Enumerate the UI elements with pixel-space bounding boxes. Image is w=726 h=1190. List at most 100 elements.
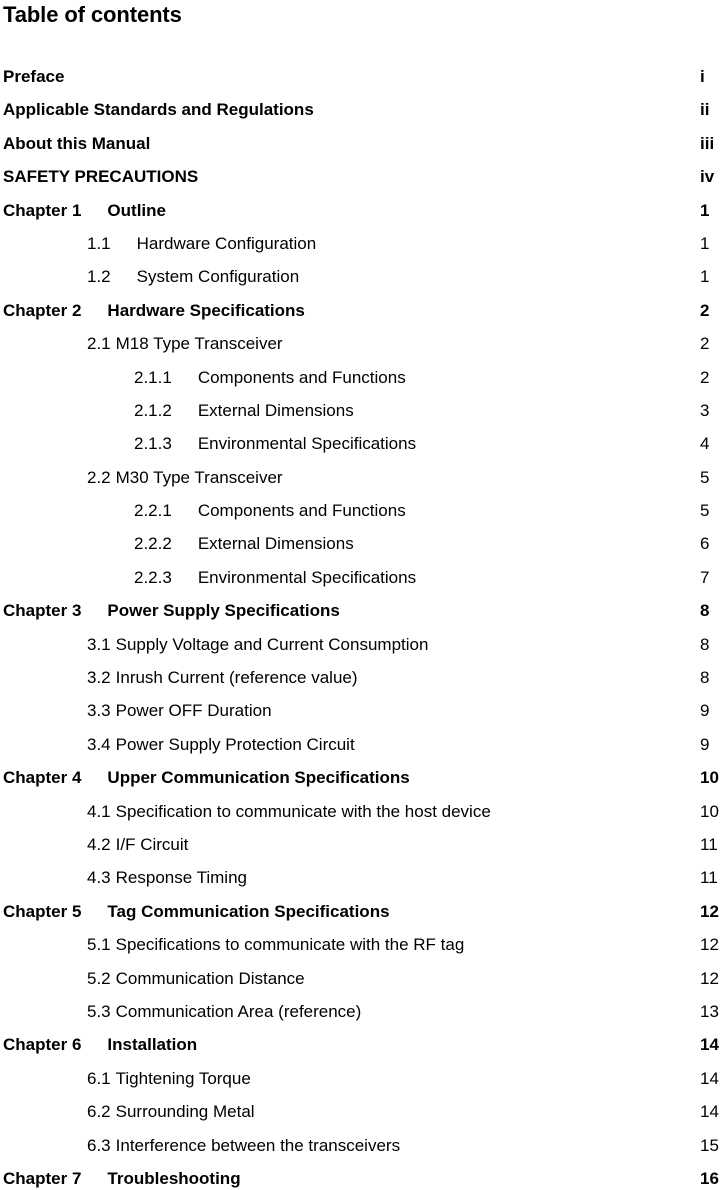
toc-entry-number: Chapter 2 — [3, 300, 82, 320]
toc-entry[interactable]: 2.1.1 Components and Functions 2 — [0, 361, 726, 394]
toc-entry-label: Preface — [3, 60, 64, 93]
toc-entry[interactable]: Chapter 6 Installation 14 — [0, 1028, 726, 1061]
toc-entry[interactable]: 6.2 Surrounding Metal 14 — [0, 1095, 726, 1128]
toc-entry-number: Chapter 4 — [3, 768, 82, 788]
toc-entry-title: Specifications to communicate with the R… — [115, 935, 465, 955]
toc-entry-page-number: ii — [700, 100, 710, 120]
toc-entry[interactable]: 6.1 Tightening Torque 14 — [0, 1062, 726, 1095]
toc-entry-label: 3.4 Power Supply Protection Circuit — [87, 728, 355, 761]
toc-entry-title: Troubleshooting — [107, 1168, 241, 1188]
toc-entry[interactable]: Chapter 1 Outline 1 — [0, 194, 726, 227]
toc-entry-label: Chapter 2 Hardware Specifications — [3, 294, 305, 327]
toc-entry-title: Power Supply Protection Circuit — [115, 734, 355, 754]
toc-entry-label: 2.1.3 Environmental Specifications — [134, 427, 416, 460]
toc-entry-label: Applicable Standards and Regulations — [3, 93, 314, 126]
toc-entry-title: Supply Voltage and Current Consumption — [115, 634, 429, 654]
toc-entry-label: 2.1.2 External Dimensions — [134, 394, 354, 427]
toc-entry-page-number: 10 — [700, 801, 719, 821]
toc-entry-number: 3.3 — [87, 701, 111, 721]
toc-entry[interactable]: About this Manual iii — [0, 127, 726, 160]
toc-entry-page-number: 4 — [700, 434, 710, 454]
toc-entry-number: 2.1.2 — [134, 400, 172, 420]
toc-entry-title: Applicable Standards and Regulations — [3, 100, 314, 120]
toc-entry-number: Chapter 3 — [3, 601, 82, 621]
toc-entry-page-number: 14 — [700, 1102, 719, 1122]
toc-entry[interactable]: 2.2.3 Environmental Specifications 7 — [0, 561, 726, 594]
toc-entry-label: 3.2 Inrush Current (reference value) — [87, 661, 358, 694]
toc-entry-title: External Dimensions — [197, 534, 354, 554]
toc-entry-page-number: 7 — [700, 567, 710, 587]
toc-entry-title: Components and Functions — [197, 367, 406, 387]
toc-entry-title: Environmental Specifications — [197, 434, 417, 454]
toc-entry-title: Tightening Torque — [115, 1068, 251, 1088]
toc-entry[interactable]: 3.4 Power Supply Protection Circuit 9 — [0, 728, 726, 761]
toc-entry-title: Hardware Configuration — [136, 233, 317, 253]
toc-entry[interactable]: 2.1.2 External Dimensions 3 — [0, 394, 726, 427]
toc-entry[interactable]: Applicable Standards and Regulations ii — [0, 93, 726, 126]
toc-entry-page-number: i — [700, 67, 705, 86]
toc-entry-page-number: 8 — [700, 601, 710, 621]
toc-entry-page-number: 12 — [700, 968, 719, 988]
toc-entry-number: 5.1 — [87, 935, 111, 955]
toc-entry-label: About this Manual — [3, 127, 150, 160]
toc-entry-label: 2.2.2 External Dimensions — [134, 527, 354, 560]
toc-entry-page-number: 2 — [700, 300, 710, 320]
toc-entry-title: Power Supply Specifications — [107, 601, 340, 621]
toc-entry-label: 2.2 M30 Type Transceiver — [87, 461, 283, 494]
toc-entry-number: 5.3 — [87, 1001, 111, 1021]
toc-entry-title: Components and Functions — [197, 501, 406, 521]
toc-entry-title: Power OFF Duration — [115, 701, 272, 721]
toc-entry-page-number: 1 — [700, 200, 710, 220]
toc-entry[interactable]: 4.1 Specification to communicate with the… — [0, 795, 726, 828]
table-of-contents-list: Preface i Applicable Standards and Regulat… — [0, 60, 726, 1190]
toc-entry-title: M18 Type Transceiver — [115, 334, 283, 354]
toc-entry-number: 6.3 — [87, 1135, 111, 1155]
toc-entry[interactable]: 4.2 I/F Circuit 11 — [0, 828, 726, 861]
toc-entry[interactable]: 2.2 M30 Type Transceiver 5 — [0, 461, 726, 494]
toc-entry-page-number: 3 — [700, 400, 710, 420]
toc-entry[interactable]: 5.1 Specifications to communicate with th… — [0, 928, 726, 961]
toc-entry-title: External Dimensions — [197, 400, 354, 420]
toc-entry-label: 4.1 Specification to communicate with the… — [87, 795, 491, 828]
toc-entry-label: 4.2 I/F Circuit — [87, 828, 188, 861]
toc-entry[interactable]: 5.3 Communication Area (reference) 13 — [0, 995, 726, 1028]
toc-entry-label: SAFETY PRECAUTIONS — [3, 160, 198, 193]
toc-entry-title: Preface — [3, 67, 65, 86]
toc-entry-number: 2.1.3 — [134, 434, 172, 454]
toc-entry-number: 5.2 — [87, 968, 111, 988]
toc-entry[interactable]: 3.3 Power OFF Duration 9 — [0, 694, 726, 727]
toc-entry-label: 1.1 Hardware Configuration — [87, 227, 316, 260]
toc-entry[interactable]: 2.2.2 External Dimensions 6 — [0, 527, 726, 560]
toc-entry-title: SAFETY PRECAUTIONS — [3, 167, 199, 187]
toc-entry-title: Installation — [107, 1035, 198, 1055]
toc-entry-page-number: 12 — [700, 935, 719, 955]
toc-entry-label: Chapter 3 Power Supply Specifications — [3, 594, 340, 627]
toc-entry-label: 2.1 M18 Type Transceiver — [87, 327, 283, 360]
toc-entry-title: Upper Communication Specifications — [107, 768, 410, 788]
toc-entry[interactable]: 3.1 Supply Voltage and Current Consumptio… — [0, 628, 726, 661]
toc-entry[interactable]: Chapter 7 Troubleshooting 16 — [0, 1162, 726, 1190]
toc-entry-label: Chapter 4 Upper Communication Specificati… — [3, 761, 410, 794]
toc-entry-page-number: 5 — [700, 501, 710, 521]
toc-entry[interactable]: Chapter 4 Upper Communication Specificati… — [0, 761, 726, 794]
toc-entry[interactable]: 1.1 Hardware Configuration 1 — [0, 227, 726, 260]
toc-entry[interactable]: Chapter 5 Tag Communication Specification… — [0, 895, 726, 928]
toc-entry-number: 2.2 — [87, 467, 111, 487]
toc-entry[interactable]: Chapter 2 Hardware Specifications 2 — [0, 294, 726, 327]
toc-entry[interactable]: Preface i — [0, 60, 726, 93]
toc-entry[interactable]: 3.2 Inrush Current (reference value) 8 — [0, 661, 726, 694]
toc-entry[interactable]: SAFETY PRECAUTIONS iv — [0, 160, 726, 193]
toc-entry[interactable]: 6.3 Interference between the transceivers… — [0, 1129, 726, 1162]
toc-entry-title: Hardware Specifications — [107, 300, 305, 320]
toc-entry[interactable]: 5.2 Communication Distance 12 — [0, 962, 726, 995]
toc-entry[interactable]: Chapter 3 Power Supply Specifications 8 — [0, 594, 726, 627]
toc-entry-label: 1.2 System Configuration — [87, 260, 299, 293]
toc-entry[interactable]: 2.1.3 Environmental Specifications 4 — [0, 427, 726, 460]
toc-entry[interactable]: 2.2.1 Components and Functions 5 — [0, 494, 726, 527]
toc-entry-page-number: 15 — [700, 1135, 719, 1155]
toc-entry[interactable]: 4.3 Response Timing 11 — [0, 861, 726, 894]
toc-entry[interactable]: 1.2 System Configuration 1 — [0, 260, 726, 293]
toc-entry[interactable]: 2.1 M18 Type Transceiver 2 — [0, 327, 726, 360]
toc-entry-number: 2.2.2 — [134, 534, 172, 554]
toc-entry-page-number: 10 — [700, 768, 719, 788]
